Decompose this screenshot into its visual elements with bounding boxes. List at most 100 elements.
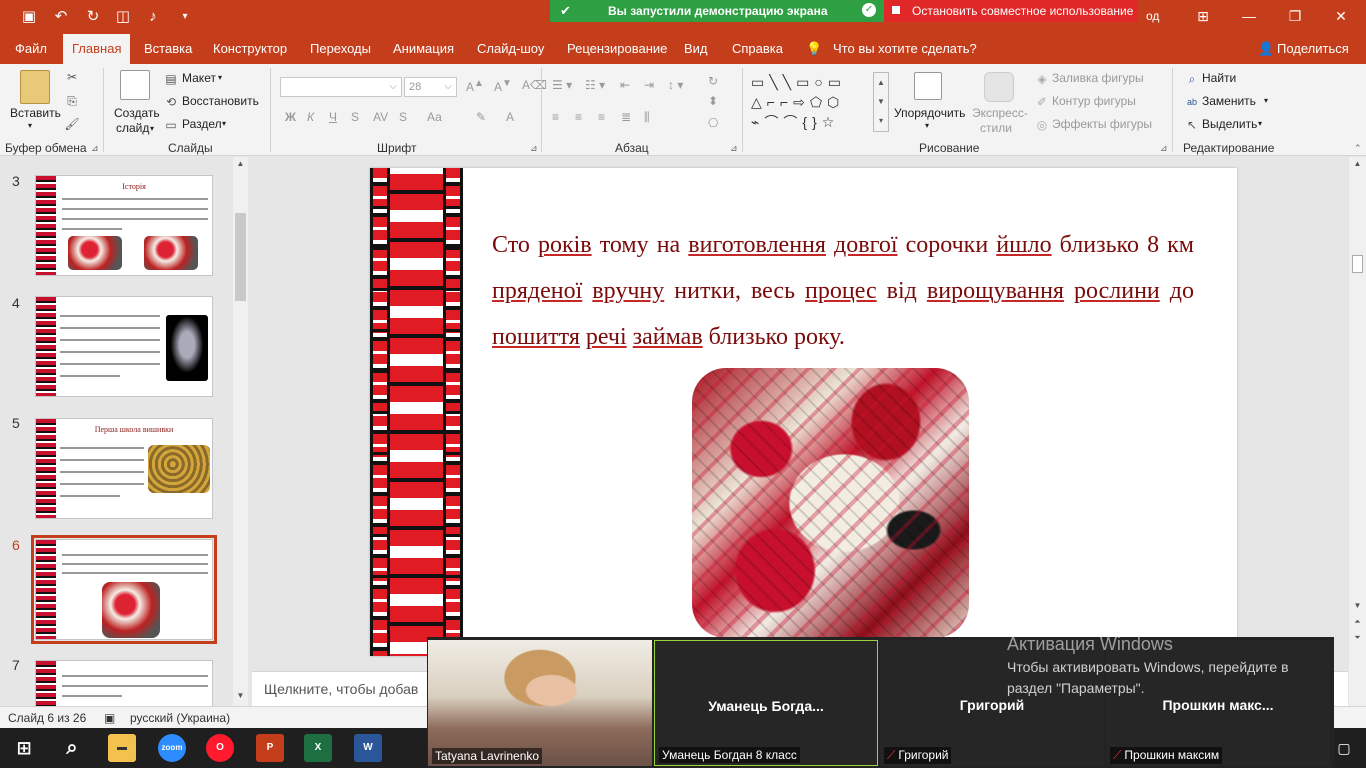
tab-home[interactable]: Главная — [63, 34, 131, 64]
character-spacing-icon[interactable]: AV — [373, 110, 388, 124]
italic-button[interactable]: К — [307, 110, 314, 124]
scroll-up-icon[interactable]: ▲ — [235, 159, 246, 171]
shape-effects-button[interactable]: Эффекты фигуры — [1052, 117, 1152, 131]
align-right-icon[interactable]: ≡ — [598, 110, 605, 124]
tab-animations[interactable]: Анимация — [393, 41, 454, 56]
scroll-down-icon[interactable]: ▼ — [1352, 601, 1363, 613]
smartart-icon[interactable]: ⎔ — [708, 116, 718, 130]
arrange-button[interactable]: Упорядочить — [894, 106, 965, 120]
previous-slide-icon[interactable]: ⏶ — [1352, 617, 1363, 629]
language-indicator[interactable]: русский (Украина) — [130, 711, 230, 725]
tab-slideshow[interactable]: Слайд-шоу — [477, 41, 544, 56]
increase-indent-icon[interactable]: ⇥ — [644, 78, 654, 92]
underline-button[interactable]: Ч — [329, 110, 337, 124]
justify-icon[interactable]: ≣ — [621, 110, 631, 124]
arrange-dropdown-icon[interactable]: ▾ — [925, 121, 929, 130]
minimize-button[interactable]: — — [1226, 0, 1272, 34]
new-slide-button[interactable]: Создать — [114, 106, 160, 120]
layout-dropdown-icon[interactable]: ▾ — [218, 73, 222, 82]
slide-canvas[interactable]: Сто років тому на виготовлення довгої со… — [370, 168, 1237, 656]
editor-scrollbar[interactable]: ▲ ▼ ⏶ ⏷ — [1349, 157, 1366, 706]
section-dropdown-icon[interactable]: ▾ — [222, 119, 226, 128]
stop-share-button[interactable]: Остановить совместное использование — [884, 0, 1138, 22]
layout-button[interactable]: Макет — [182, 71, 216, 85]
zoom-app-icon[interactable]: zoom — [158, 734, 186, 762]
redo-icon[interactable]: ↻ — [82, 6, 104, 28]
highlight-icon[interactable]: ✎ — [476, 110, 486, 124]
tab-review[interactable]: Рецензирование — [567, 41, 667, 56]
paste-icon[interactable] — [20, 70, 50, 104]
ribbon-display-icon[interactable]: ⊞ — [1180, 0, 1226, 34]
tell-me-search[interactable]: Что вы хотите сделать? — [833, 41, 977, 56]
change-case-button[interactable]: Аа — [427, 110, 442, 124]
find-button[interactable]: Найти — [1202, 71, 1236, 85]
numbering-icon[interactable]: ☷ ▾ — [585, 78, 605, 92]
text-direction-icon[interactable]: ↻ — [708, 74, 718, 88]
quick-styles-label[interactable]: стили — [980, 121, 1012, 135]
notification-icon[interactable]: ▢ — [1336, 734, 1352, 762]
speaker-icon[interactable]: ♪ — [142, 6, 164, 28]
tab-help[interactable]: Справка — [732, 41, 783, 56]
close-button[interactable]: ✕ — [1318, 0, 1364, 34]
decrease-indent-icon[interactable]: ⇤ — [620, 78, 630, 92]
decrease-font-icon[interactable]: A▼ — [494, 78, 512, 94]
paragraph-launcher-icon[interactable]: ⊿ — [730, 143, 738, 154]
shapes-scroll-icon[interactable]: ▲ ▼ ▾ — [873, 72, 889, 132]
clear-formatting-icon[interactable]: A⌫ — [522, 78, 547, 92]
font-name-combo[interactable]: ⌵ — [280, 77, 402, 97]
next-slide-icon[interactable]: ⏷ — [1352, 633, 1363, 645]
tab-insert[interactable]: Вставка — [144, 41, 192, 56]
start-slideshow-icon[interactable]: ◫ — [112, 6, 134, 28]
slide-thumbnail-selected[interactable] — [31, 535, 217, 644]
embroidered-shirt-photo[interactable] — [692, 368, 969, 638]
customize-toolbar-icon[interactable]: ▾ — [174, 6, 196, 28]
clipboard-launcher-icon[interactable]: ⊿ — [91, 143, 99, 154]
new-slide-dropdown-icon[interactable]: ▾ — [150, 124, 154, 133]
search-icon[interactable]: ⌕ — [58, 734, 86, 762]
collapse-ribbon-icon[interactable]: ⌃ — [1354, 143, 1362, 154]
quick-styles-button[interactable]: Экспресс- — [972, 106, 1028, 120]
file-explorer-icon[interactable]: ▬ — [108, 734, 136, 762]
align-text-icon[interactable]: ⬍ — [708, 94, 718, 108]
scrollbar-thumb[interactable] — [235, 213, 246, 301]
slide-thumbnail[interactable] — [35, 296, 213, 397]
scrollbar-thumb[interactable] — [1352, 255, 1363, 273]
shape-fill-button[interactable]: Заливка фигуры — [1052, 71, 1144, 85]
save-icon[interactable]: ▣ — [18, 6, 40, 28]
powerpoint-icon[interactable]: P — [256, 734, 284, 762]
replace-dropdown-icon[interactable]: ▾ — [1264, 96, 1268, 105]
strikethrough-button[interactable]: S — [351, 110, 359, 124]
cut-icon[interactable]: ✂ — [64, 70, 80, 84]
undo-icon[interactable]: ↶ — [50, 6, 72, 28]
participant-tile-active[interactable]: Уманець Богда... Уманець Богдан 8 класс — [654, 640, 878, 766]
maximize-button[interactable]: ❐ — [1272, 0, 1318, 34]
font-size-combo[interactable]: 28 ⌵ — [404, 77, 457, 97]
share-button[interactable]: Поделиться — [1277, 41, 1349, 56]
slide-thumbnail[interactable]: Історія — [35, 175, 213, 276]
windows-start-icon[interactable]: ⊞ — [10, 734, 38, 762]
thumbnails-scrollbar[interactable]: ▲ ▼ — [233, 157, 248, 706]
scroll-up-icon[interactable]: ▲ — [1352, 159, 1363, 171]
slide-text-box[interactable]: Сто років тому на виготовлення довгої со… — [492, 222, 1194, 360]
bullets-icon[interactable]: ☰ ▾ — [552, 78, 572, 92]
scroll-down-icon[interactable]: ▼ — [235, 691, 246, 703]
new-slide-icon[interactable] — [120, 70, 150, 100]
paste-dropdown-icon[interactable]: ▾ — [28, 121, 32, 130]
line-spacing-icon[interactable]: ↕ ▾ — [668, 78, 683, 92]
bold-button[interactable]: Ж — [285, 110, 296, 124]
section-button[interactable]: Раздел — [182, 117, 222, 131]
word-icon[interactable]: W — [354, 734, 382, 762]
participant-tile[interactable]: Tatyana Lavrinenko — [428, 640, 652, 766]
paste-button[interactable]: Вставить — [10, 106, 61, 120]
tab-file[interactable]: Файл — [15, 41, 47, 56]
select-button[interactable]: Выделить — [1202, 117, 1257, 131]
shadow-icon[interactable]: S — [399, 110, 407, 124]
excel-icon[interactable]: X — [304, 734, 332, 762]
spellcheck-icon[interactable]: ▣ — [104, 711, 115, 725]
tab-view[interactable]: Вид — [684, 41, 708, 56]
select-dropdown-icon[interactable]: ▾ — [1258, 119, 1262, 128]
copy-icon[interactable]: ⎘ — [64, 94, 80, 108]
font-color-icon[interactable]: A — [506, 110, 514, 124]
format-painter-icon[interactable]: 🖌 — [64, 117, 80, 131]
font-launcher-icon[interactable]: ⊿ — [530, 143, 538, 154]
